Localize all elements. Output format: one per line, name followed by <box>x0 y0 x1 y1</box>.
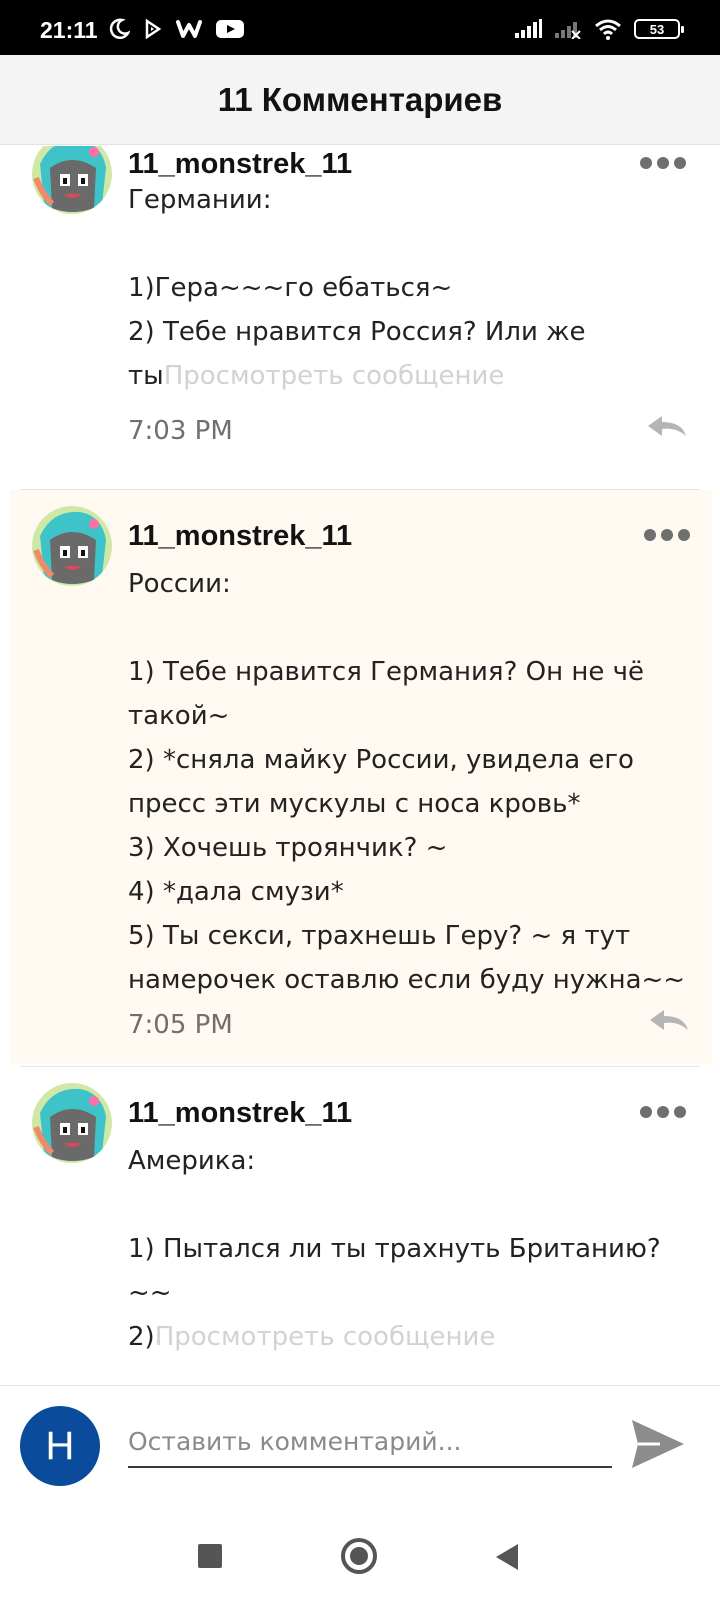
back-button[interactable] <box>496 1544 518 1570</box>
signal-no-service-icon <box>555 22 581 39</box>
battery-icon: 53 <box>634 19 684 39</box>
comment-text: Германии: 1)Гера~~~го ебаться~ 2) Тебе н… <box>128 185 586 391</box>
avatar[interactable] <box>32 506 112 586</box>
comments-header: 11 Комментариев <box>0 55 720 145</box>
comment-item-highlighted: 11_monstrek_11 России: 1) Тебе нравится … <box>10 490 712 1064</box>
comment-item: 11_monstrek_11 Америка: 1) Пытался ли ты… <box>0 1067 720 1384</box>
comment-time: 7:05 PM <box>128 1010 233 1040</box>
user-avatar[interactable]: H <box>20 1406 100 1486</box>
battery-level: 53 <box>649 21 665 37</box>
status-bar: 21:11 53 <box>0 0 720 55</box>
comment-text: Америка: 1) Пытался ли ты трахнуть Брита… <box>128 1146 661 1352</box>
avatar[interactable] <box>32 146 112 214</box>
home-button[interactable] <box>341 1538 377 1574</box>
system-navigation-bar <box>0 1505 720 1600</box>
reply-icon[interactable] <box>646 1008 690 1032</box>
comment-time: 7:03 PM <box>128 416 233 446</box>
send-icon[interactable] <box>630 1418 686 1470</box>
status-time: 21:11 <box>40 17 98 43</box>
comment-username[interactable]: 11_monstrek_11 <box>128 1097 352 1130</box>
page-title: 11 Комментариев <box>217 80 503 118</box>
notification-icons <box>108 18 244 40</box>
avatar[interactable] <box>32 1083 112 1163</box>
comment-item: 11_monstrek_11 Германии: 1)Гера~~~го еба… <box>0 146 720 480</box>
view-message-link[interactable]: Просмотреть сообщение <box>164 361 505 391</box>
more-options-icon[interactable] <box>640 1106 686 1118</box>
play-icon <box>145 19 162 39</box>
wifi-icon <box>595 19 621 40</box>
comment-username[interactable]: 11_monstrek_11 <box>128 148 352 181</box>
moon-icon <box>109 18 130 40</box>
youtube-icon <box>216 20 244 38</box>
wattpad-icon <box>176 20 202 38</box>
system-icons: 53 <box>514 18 684 40</box>
reply-icon[interactable] <box>644 414 688 438</box>
comment-input-bar: H <box>0 1385 720 1505</box>
signal-icon <box>515 19 542 38</box>
more-options-icon[interactable] <box>644 529 690 541</box>
view-message-link[interactable]: Просмотреть сообщение <box>155 1322 496 1352</box>
more-options-icon[interactable] <box>640 157 686 169</box>
comment-username[interactable]: 11_monstrek_11 <box>128 520 352 553</box>
comment-text: России: 1) Тебе нравится Германия? Он не… <box>128 569 686 995</box>
recents-button[interactable] <box>198 1544 222 1568</box>
comments-list[interactable]: 11_monstrek_11 Германии: 1)Гера~~~го еба… <box>0 146 720 1384</box>
comment-input[interactable] <box>128 1416 612 1468</box>
